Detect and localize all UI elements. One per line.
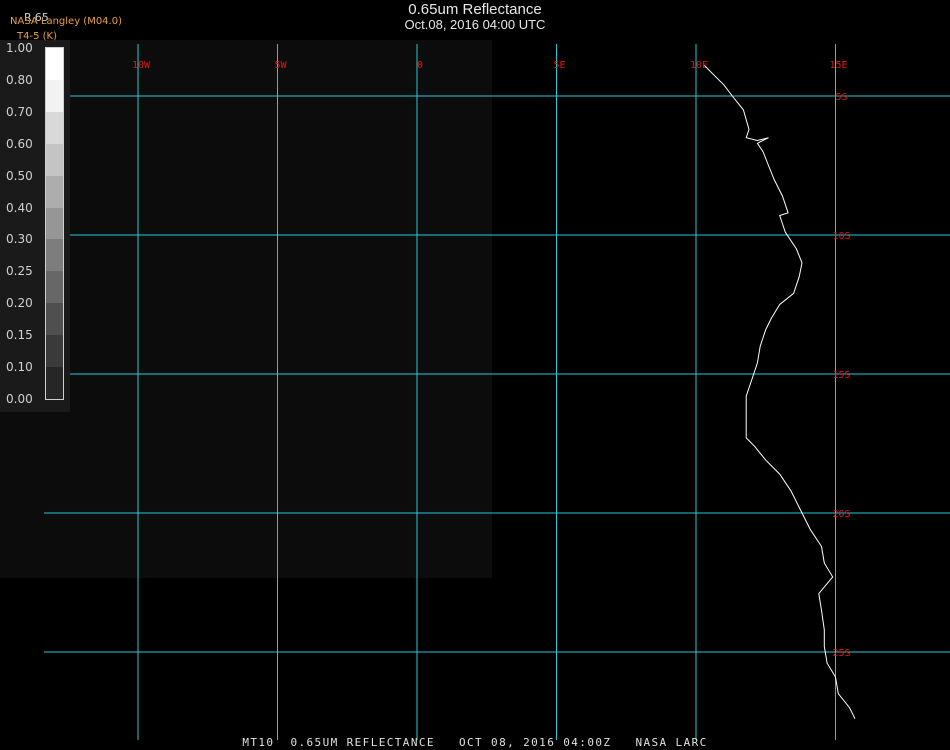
colorbar-tick: 1.00 — [6, 41, 33, 55]
colorbar-tick: 0.20 — [6, 296, 33, 311]
longitude-label: 5W — [274, 60, 287, 71]
colorbar-tick: 0.30 — [6, 232, 33, 247]
colorbar-tick: 0.50 — [6, 168, 33, 183]
map-title: 0.65um Reflectance — [408, 1, 542, 18]
credit-line-1: NASA Langley (M04.0) — [10, 16, 122, 27]
colorbar-swatch — [46, 303, 63, 336]
colorbar — [45, 47, 64, 400]
colorbar-swatch — [46, 111, 63, 145]
longitude-label: 5E — [553, 60, 565, 71]
longitude-label: 10W — [132, 60, 151, 71]
colorbar-swatch — [46, 207, 63, 241]
colorbar-swatch — [46, 175, 63, 209]
latitude-label: 5S — [835, 92, 847, 103]
longitude-label: 0 — [417, 60, 423, 71]
coastline — [704, 65, 856, 719]
credit-line-2: T4-5 (K) — [17, 31, 57, 42]
colorbar-tick: 0.10 — [6, 360, 33, 374]
longitude-label: 10E — [690, 60, 708, 71]
map-subtitle: Oct.08, 2016 04:00 UTC — [404, 17, 546, 32]
longitude-label: 15E — [829, 60, 847, 71]
colorbar-swatch — [46, 335, 63, 368]
latitude-label: 25S — [832, 648, 850, 659]
colorbar-swatch — [46, 239, 63, 272]
colorbar-swatch — [46, 367, 63, 399]
latitude-label: 15S — [832, 370, 850, 381]
colorbar-swatch — [46, 48, 63, 81]
map-canvas: 10W 5W 0 5E 10E 15E 5S 10S 15S 20S 25S — [44, 44, 950, 740]
satellite-map: 10W 5W 0 5E 10E 15E 5S 10S 15S 20S 25S 0.65um Refl… — [0, 0, 950, 750]
latitude-label: 20S — [832, 509, 850, 520]
colorbar-swatch — [46, 271, 63, 304]
colorbar-tick: 0.60 — [6, 136, 33, 151]
latitude-label: 10S — [832, 231, 850, 242]
footer-caption: MT10 0.65UM REFLECTANCE OCT 08, 2016 04:… — [242, 736, 708, 749]
colorbar-tick: 0.00 — [6, 391, 33, 406]
colorbar-tick: 0.70 — [6, 104, 33, 119]
colorbar-swatch — [46, 143, 63, 177]
colorbar-tick: 0.15 — [6, 328, 33, 343]
colorbar-tick: 0.80 — [6, 72, 33, 87]
colorbar-tick: 0.25 — [6, 264, 33, 279]
colorbar-tick: 0.40 — [6, 200, 33, 215]
colorbar-swatch — [46, 79, 63, 113]
